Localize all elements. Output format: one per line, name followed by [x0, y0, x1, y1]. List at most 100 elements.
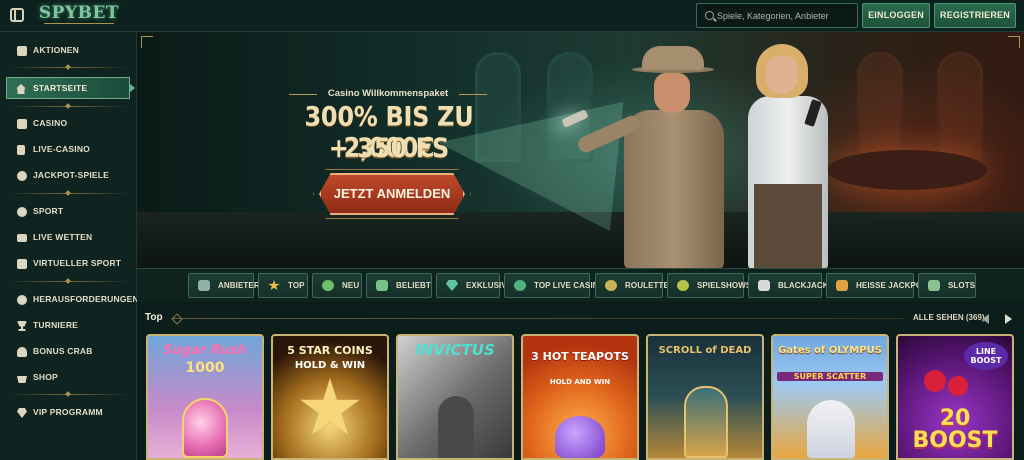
game-title: 3 HOT TEAPOTS — [531, 350, 629, 363]
see-all-link[interactable]: ALLE SEHEN (369) — [913, 313, 985, 322]
cherry-illustration — [948, 376, 968, 396]
top-bar: SPYBET EINLOGGEN REGISTRIEREN — [0, 0, 1024, 32]
sidebar-item-sport[interactable]: SPORT — [0, 201, 137, 223]
teapot-illustration — [555, 416, 605, 458]
sidebar-item-turniere[interactable]: TURNIERE — [0, 315, 137, 337]
sidebar-item-label: CASINO — [33, 118, 68, 128]
sidebar: AKTIONEN STARTSEITE CASINO LIVE-CASINO J… — [0, 32, 139, 460]
sidebar-item-vip-programm[interactable]: VIP PROGRAMM — [0, 402, 137, 424]
sidebar-item-label: BONUS CRAB — [33, 346, 93, 356]
flame-icon — [376, 280, 388, 291]
gem-icon — [446, 280, 458, 291]
provider-icon — [198, 280, 210, 291]
logo-text: SPYBET — [38, 3, 120, 23]
hero-banner[interactable]: Casino Willkommenspaket 300% BIS ZU 2,00… — [137, 32, 1024, 269]
game-tile[interactable]: Gates of OLYMPUS SUPER SCATTER — [771, 334, 889, 460]
detective-man-illustration — [561, 46, 740, 268]
game-tile[interactable]: SCROLL of DEAD — [646, 334, 764, 460]
sidebar-item-casino[interactable]: CASINO — [0, 113, 137, 135]
sidebar-item-label: VIRTUELLER SPORT — [33, 258, 122, 268]
sidebar-item-herausforderungen[interactable]: HERAUSFORDERUNGEN — [0, 289, 139, 311]
sidebar-item-virtueller-sport[interactable]: VIRTUELLER SPORT — [0, 253, 137, 275]
top-games-header: Top ALLE SEHEN (369) — [137, 302, 1024, 334]
section-divider — [173, 318, 903, 319]
wheel-icon — [677, 280, 689, 291]
sidebar-divider — [8, 281, 129, 282]
candy-jar-illustration — [182, 398, 228, 458]
sidebar-item-label: LIVE-CASINO — [33, 144, 90, 154]
category-top-live-casino[interactable]: TOP LIVE CASINO — [504, 273, 605, 298]
sidebar-item-startseite[interactable]: STARTSEITE — [6, 77, 135, 99]
crab-icon — [17, 347, 27, 357]
sidebar-item-label: AKTIONEN — [33, 45, 79, 55]
sidebar-item-label: TURNIERE — [33, 320, 79, 330]
category-spielshows[interactable]: SPIELSHOWS — [667, 273, 751, 298]
category-blackjack[interactable]: BLACKJACK — [748, 273, 829, 298]
chip-icon — [514, 280, 526, 291]
carousel-next-icon[interactable] — [1003, 312, 1013, 324]
sidebar-item-bonus-crab[interactable]: BONUS CRAB — [0, 341, 137, 363]
category-neu[interactable]: NEU — [312, 273, 362, 298]
pharaoh-illustration — [684, 386, 728, 458]
game-tile[interactable]: LINE BOOST 20 BOOST — [896, 334, 1014, 460]
game-title: Sugar Rush — [163, 343, 247, 358]
category-beliebt[interactable]: BELIEBT — [366, 273, 432, 298]
sidebar-item-aktionen[interactable]: AKTIONEN — [0, 40, 137, 62]
search-input[interactable] — [717, 6, 853, 25]
sidebar-divider — [8, 193, 129, 194]
game-tile[interactable]: 3 HOT TEAPOTS HOLD AND WIN — [521, 334, 639, 460]
star-icon — [268, 280, 280, 291]
game-title: SCROLL of DEAD — [658, 345, 752, 356]
category-heisse-jackpots[interactable]: HEISSE JACKPOTS — [826, 273, 933, 298]
sidebar-item-jackpot-spiele[interactable]: JACKPOT-SPIELE — [0, 165, 137, 187]
game-subtitle: 20 BOOST — [912, 406, 998, 453]
roulette-icon — [605, 280, 617, 291]
zeus-illustration — [807, 400, 855, 458]
sidebar-item-live-casino[interactable]: LIVE-CASINO — [0, 139, 137, 161]
new-badge-icon — [322, 280, 334, 291]
game-tile[interactable]: INVICTUS — [396, 334, 514, 460]
game-tile[interactable]: Sugar Rush 1000 — [146, 334, 264, 460]
home-icon — [16, 84, 26, 94]
sidebar-toggle-icon[interactable] — [10, 8, 24, 22]
diamond-icon — [17, 408, 27, 418]
game-subtitle: SUPER SCATTER — [777, 372, 883, 381]
category-top[interactable]: TOP — [258, 273, 308, 298]
sidebar-item-label: JACKPOT-SPIELE — [33, 170, 110, 180]
ball-icon — [17, 207, 27, 217]
carousel-prev-icon[interactable] — [981, 312, 991, 324]
category-label: TOP — [288, 281, 305, 290]
search-box[interactable] — [696, 3, 858, 28]
register-button[interactable]: REGISTRIEREN — [934, 3, 1016, 28]
category-label: ANBIETER — [218, 281, 260, 290]
login-button[interactable]: EINLOGGEN — [862, 3, 930, 28]
game-subtitle: 1000 — [185, 360, 225, 376]
category-bar: ANBIETER TOP NEU BELIEBT EXKLUSIV TOP LI… — [137, 269, 1024, 302]
category-slots[interactable]: SLOTS — [918, 273, 976, 298]
detective-woman-illustration — [740, 44, 836, 268]
logo-underline — [44, 23, 114, 27]
background-table — [827, 150, 987, 190]
background-window — [857, 52, 903, 162]
sidebar-item-live-wetten[interactable]: LIVE WETTEN — [0, 227, 137, 249]
corner-ornament — [141, 36, 153, 48]
sidebar-item-shop[interactable]: SHOP — [0, 367, 137, 389]
corner-ornament — [1008, 36, 1020, 48]
sidebar-item-label: SPORT — [33, 206, 64, 216]
game-subtitle: HOLD & WIN — [294, 360, 366, 371]
category-label: BLACKJACK — [778, 281, 829, 290]
game-carousel: Sugar Rush 1000 5 STAR COINS HOLD & WIN … — [137, 334, 1024, 460]
warrior-illustration — [438, 396, 474, 458]
category-roulette[interactable]: ROULETTE — [595, 273, 669, 298]
sidebar-divider — [8, 394, 129, 395]
clover-icon — [17, 171, 27, 181]
category-anbieter[interactable]: ANBIETER — [188, 273, 260, 298]
playing-card-icon — [17, 145, 25, 155]
signup-cta-button[interactable]: JETZT ANMELDEN — [319, 173, 465, 215]
game-tile[interactable]: 5 STAR COINS HOLD & WIN — [271, 334, 389, 460]
logo[interactable]: SPYBET — [36, 3, 122, 29]
category-exklusiv[interactable]: EXKLUSIV — [436, 273, 507, 298]
hero-title-free-spins: + 350 FS — [328, 132, 450, 164]
sidebar-divider — [8, 106, 129, 107]
sidebar-item-label: LIVE WETTEN — [33, 232, 93, 242]
